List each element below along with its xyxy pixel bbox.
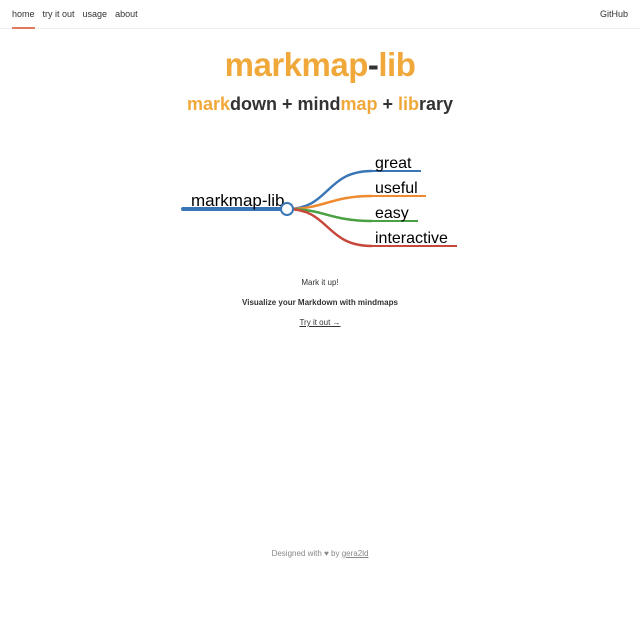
tagline-mark: mark (186, 94, 230, 114)
heart-icon: ♥ (324, 549, 329, 558)
tagline: markdown + mindmap + library (0, 92, 640, 116)
tagline-rary: rary (419, 94, 454, 114)
tagline-plus-mind: + mind (276, 94, 341, 114)
mark-it-up-text: Mark it up! (301, 278, 339, 287)
nav-home[interactable]: home (12, 0, 35, 29)
nav-usage[interactable]: usage (83, 0, 108, 29)
visualize-text: Visualize your Markdown with mindmaps (242, 298, 398, 307)
mindmap-label-great: great (375, 155, 412, 172)
nav-try-it-out[interactable]: try it out (43, 0, 75, 29)
top-nav: home try it out usage about GitHub (0, 0, 640, 29)
try-it-out-row: Try it out → (0, 317, 640, 329)
tagline-plus: + (377, 94, 399, 114)
nav-about[interactable]: about (115, 0, 138, 29)
mindmap-root-toggle[interactable] (280, 202, 294, 216)
brand-part-lib: lib (378, 46, 416, 83)
tagline-map: map (340, 94, 378, 114)
footer-designed-with: Designed with (271, 549, 322, 558)
footer: Designed with ♥ by gera2ld (0, 548, 640, 560)
footer-author-link[interactable]: gera2ld (342, 549, 369, 558)
mindmap-root-label: markmap-lib (191, 191, 285, 210)
mindmap-diagram[interactable]: markmap-lib great useful easy interactiv… (0, 140, 640, 260)
mindmap-label-easy: easy (375, 205, 409, 222)
mindmap-label-useful: useful (375, 180, 418, 197)
mindmap-label-interactive: interactive (375, 230, 448, 247)
brand-dash: - (367, 46, 379, 83)
brand-title: markmap-lib (0, 44, 640, 86)
try-it-out-link[interactable]: Try it out → (299, 318, 340, 327)
brand-part-markmap: markmap (224, 46, 369, 83)
tagline-lib: lib (398, 94, 420, 114)
page: home try it out usage about GitHub markm… (0, 0, 640, 640)
footer-by: by (331, 549, 340, 558)
nav-github[interactable]: GitHub (600, 0, 628, 29)
nav-links: home try it out usage about (12, 0, 138, 29)
tagline-down: down (229, 94, 277, 114)
